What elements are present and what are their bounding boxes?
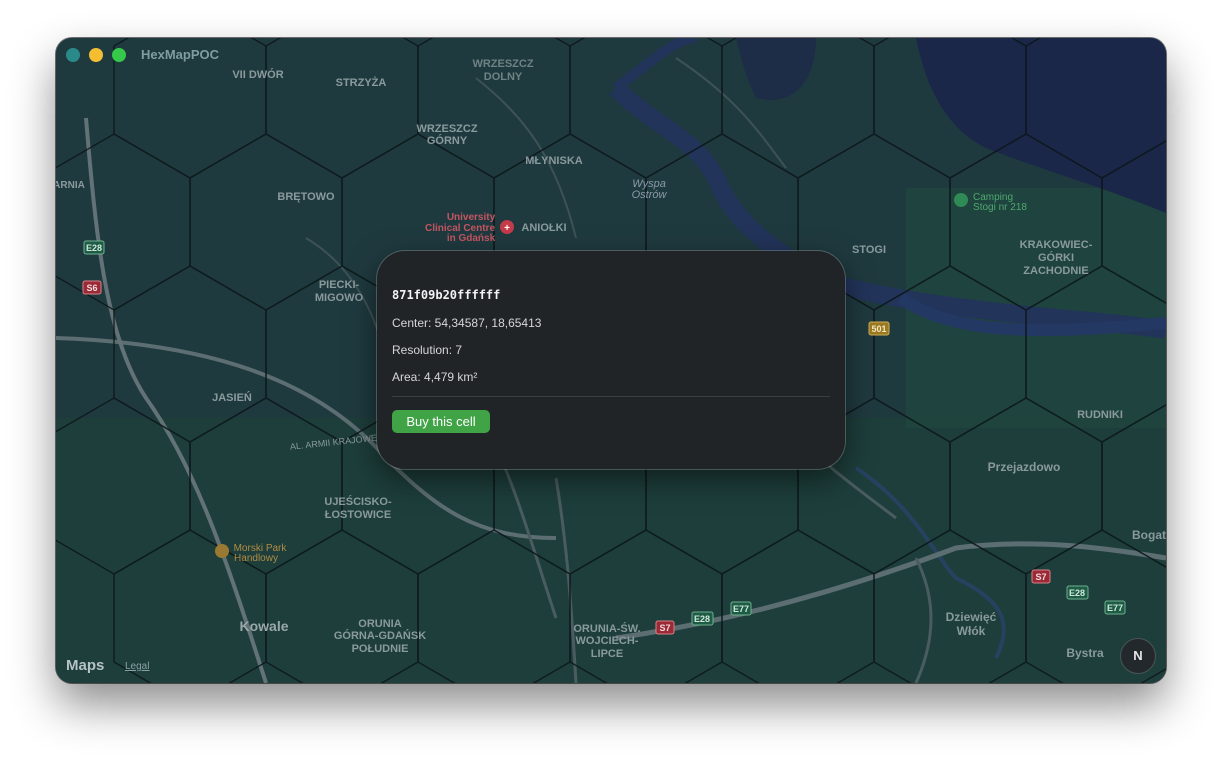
map-label: Przejazdowo xyxy=(988,460,1061,474)
road-shield-label: E77 xyxy=(733,604,749,614)
map-label: Bystra xyxy=(1066,646,1104,660)
shopping-icon xyxy=(215,544,229,558)
compass-icon[interactable]: N xyxy=(1120,638,1156,674)
road-shield-label: E77 xyxy=(1107,603,1123,613)
buy-cell-button[interactable]: Buy this cell xyxy=(392,410,490,433)
map-label: KRAKOWIEC- xyxy=(1020,239,1093,251)
map-label: STRZYŻA xyxy=(336,76,387,89)
map-label: GÓRNY xyxy=(427,134,468,147)
map-label: Włók xyxy=(957,624,986,638)
map-label: in Gdańsk xyxy=(447,233,496,244)
maps-attribution-logo: Maps xyxy=(66,657,104,674)
map-label: VII DWÓR xyxy=(232,68,283,81)
map-label: GÓRNA-GDAŃSK xyxy=(334,629,426,642)
map-label: DOLNY xyxy=(484,71,523,83)
hospital-icon-cross: + xyxy=(504,223,510,234)
map-label: PIECKI- xyxy=(319,279,360,291)
map-label: Handlowy xyxy=(234,553,278,564)
campground-icon xyxy=(954,193,968,207)
road-shield-label: E28 xyxy=(1069,588,1085,598)
cell-area: Area: 4,479 km² xyxy=(392,370,478,384)
road-shield-label: S7 xyxy=(659,623,670,633)
map-label: BRĘTOWO xyxy=(277,191,335,203)
compass-label: N xyxy=(1133,648,1143,663)
map-label: POŁUDNIE xyxy=(352,643,409,655)
legal-link[interactable]: Legal xyxy=(125,661,149,672)
map-label: ZACHODNIE xyxy=(1023,265,1088,277)
cell-resolution: Resolution: 7 xyxy=(392,343,463,357)
map-label: Stogi nr 218 xyxy=(973,202,1027,213)
map-label: ORUNIA xyxy=(358,618,401,630)
window-title: HexMapPOC xyxy=(141,47,220,62)
cell-center: Center: 54,34587, 18,65413 xyxy=(392,316,542,330)
road-shield-label: E28 xyxy=(86,243,102,253)
map-label: STOGI xyxy=(852,244,886,256)
map-label: LIPCE xyxy=(591,648,623,660)
minimize-window-button[interactable] xyxy=(89,48,103,62)
road-shield-label: 501 xyxy=(871,324,886,334)
map-label: WRZESZCZ xyxy=(416,123,477,135)
close-window-button[interactable] xyxy=(66,48,80,62)
map-label: GÓRKI xyxy=(1038,251,1074,264)
map-label: University xyxy=(447,212,496,223)
map-label: RUDNIKI xyxy=(1077,409,1123,421)
road-shield-label: E28 xyxy=(694,614,710,624)
maximize-window-button[interactable] xyxy=(112,48,126,62)
app-window: + VII DWÓR STRZYŻA WRZESZCZ DOLNY WRZESZ… xyxy=(56,38,1166,683)
map-label: ARNIA xyxy=(56,180,85,191)
map-label: MŁYNISKA xyxy=(525,155,583,167)
popup-divider xyxy=(392,396,830,397)
map-label: ŁOSTOWICE xyxy=(325,509,391,521)
map-label: MIGOWO xyxy=(315,292,364,304)
map-label: Ostrów xyxy=(632,189,668,201)
cell-id: 871f09b20ffffff xyxy=(392,288,501,302)
map-label: Bogat xyxy=(1132,528,1166,542)
map-label: ANIOŁKI xyxy=(521,222,566,234)
cell-info-popover: 871f09b20ffffff Center: 54,34587, 18,654… xyxy=(377,251,845,469)
map-label: WOJCIECH- xyxy=(576,635,639,647)
map-label: Kowale xyxy=(239,618,288,634)
road-shield-label: S7 xyxy=(1035,572,1046,582)
map-label: WRZESZCZ xyxy=(472,58,533,70)
map-label: Dziewięć xyxy=(946,610,997,624)
road-shield-label: S6 xyxy=(86,283,97,293)
map-label: ORUNIA-ŚW. xyxy=(573,622,640,635)
maps-logo-text: Maps xyxy=(66,657,105,674)
map-label: UJEŚCISKO- xyxy=(324,495,392,508)
map-label: JASIEŃ xyxy=(212,391,252,404)
